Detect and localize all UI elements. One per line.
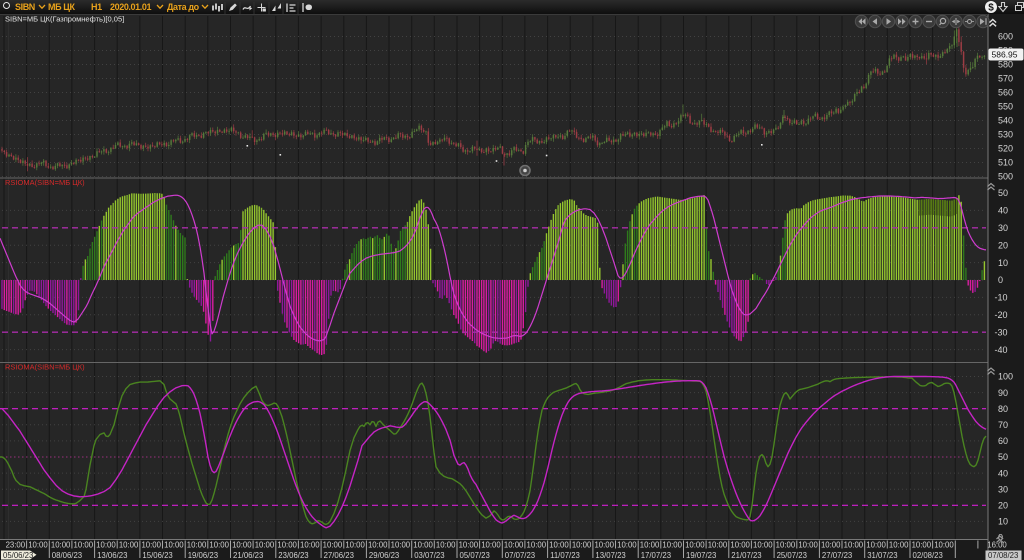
svg-text:10:00: 10:00 xyxy=(594,541,614,550)
svg-text:10:00: 10:00 xyxy=(323,541,343,550)
svg-text:10:00: 10:00 xyxy=(934,541,954,550)
svg-text:03/07/23: 03/07/23 xyxy=(414,551,444,560)
svg-text:10:00: 10:00 xyxy=(798,541,818,550)
svg-text:10:00: 10:00 xyxy=(527,541,547,550)
svg-text:10:00: 10:00 xyxy=(413,541,433,550)
svg-text:10:00: 10:00 xyxy=(141,541,161,550)
svg-text:15/06/23: 15/06/23 xyxy=(142,551,172,560)
svg-text:10:00: 10:00 xyxy=(640,541,660,550)
svg-text:600: 600 xyxy=(998,32,1013,42)
svg-text:-10: -10 xyxy=(995,293,1008,303)
svg-text:21/06/23: 21/06/23 xyxy=(233,551,263,560)
svg-text:0: 0 xyxy=(998,275,1003,285)
svg-text:21/07/23: 21/07/23 xyxy=(731,551,761,560)
svg-text:29/06/23: 29/06/23 xyxy=(369,551,399,560)
svg-text:07/07/23: 07/07/23 xyxy=(505,551,535,560)
svg-text:10:00: 10:00 xyxy=(436,541,456,550)
svg-text:25/07/23: 25/07/23 xyxy=(777,551,807,560)
svg-text:30: 30 xyxy=(998,223,1008,233)
svg-text:90: 90 xyxy=(998,388,1008,398)
svg-text:586.95: 586.95 xyxy=(992,50,1018,60)
svg-text:07/08/23: 07/08/23 xyxy=(988,551,1018,560)
svg-text:10:00: 10:00 xyxy=(708,541,728,550)
svg-text:50: 50 xyxy=(998,452,1008,462)
svg-text:10:00: 10:00 xyxy=(549,541,569,550)
svg-text:23/06/23: 23/06/23 xyxy=(278,551,308,560)
svg-text:10:00: 10:00 xyxy=(617,541,637,550)
svg-text:520: 520 xyxy=(998,144,1013,154)
svg-text:20: 20 xyxy=(998,501,1008,511)
svg-text:10:00: 10:00 xyxy=(164,541,184,550)
svg-text:540: 540 xyxy=(998,116,1013,126)
svg-text:10:00: 10:00 xyxy=(119,541,139,550)
svg-text:10:00: 10:00 xyxy=(459,541,479,550)
svg-text:50: 50 xyxy=(998,188,1008,198)
svg-text:560: 560 xyxy=(998,88,1013,98)
svg-text:-40: -40 xyxy=(995,345,1008,355)
svg-text:10:00: 10:00 xyxy=(96,541,116,550)
svg-text:23:00: 23:00 xyxy=(6,541,26,550)
svg-text:580: 580 xyxy=(998,60,1013,70)
svg-text:70: 70 xyxy=(998,420,1008,430)
svg-text:10:00: 10:00 xyxy=(685,541,705,550)
svg-text:05/07/23: 05/07/23 xyxy=(460,551,490,560)
svg-text:10:00: 10:00 xyxy=(912,541,932,550)
svg-text:19/06/23: 19/06/23 xyxy=(188,551,218,560)
svg-text:10:00: 10:00 xyxy=(74,541,94,550)
svg-text:10:00: 10:00 xyxy=(255,541,275,550)
svg-text:10:00: 10:00 xyxy=(481,541,501,550)
svg-text:10:00: 10:00 xyxy=(572,541,592,550)
svg-text:10:00: 10:00 xyxy=(28,541,48,550)
svg-text:60: 60 xyxy=(998,436,1008,446)
svg-text:08/06/23: 08/06/23 xyxy=(52,551,82,560)
svg-text:-20: -20 xyxy=(995,310,1008,320)
svg-text:570: 570 xyxy=(998,74,1013,84)
svg-text:RSIOMA(SIBN=МБ ЦК): RSIOMA(SIBN=МБ ЦК) xyxy=(5,178,85,187)
svg-text:10:00: 10:00 xyxy=(187,541,207,550)
svg-text:10:00: 10:00 xyxy=(753,541,773,550)
svg-text:27/07/23: 27/07/23 xyxy=(822,551,852,560)
svg-text:10:00: 10:00 xyxy=(368,541,388,550)
svg-text:500: 500 xyxy=(998,172,1013,182)
svg-text:40: 40 xyxy=(998,468,1008,478)
svg-text:10:00: 10:00 xyxy=(51,541,71,550)
svg-text:10:00: 10:00 xyxy=(662,541,682,550)
svg-text:10:00: 10:00 xyxy=(300,541,320,550)
svg-text:10: 10 xyxy=(998,517,1008,527)
svg-text:530: 530 xyxy=(998,130,1013,140)
svg-text:11/07/23: 11/07/23 xyxy=(550,551,580,560)
svg-text:550: 550 xyxy=(998,102,1013,112)
svg-text:RSIOMA(SIBN=МБ ЦК): RSIOMA(SIBN=МБ ЦК) xyxy=(5,363,85,372)
svg-text:31/07/23: 31/07/23 xyxy=(867,551,897,560)
svg-text:100: 100 xyxy=(998,372,1013,382)
svg-text:SIBN=МБ ЦК(Газпромнефть)[0,05]: SIBN=МБ ЦК(Газпромнефть)[0,05] xyxy=(5,15,124,24)
svg-text:17/07/23: 17/07/23 xyxy=(641,551,671,560)
svg-text:02/08/23: 02/08/23 xyxy=(913,551,943,560)
svg-text:10: 10 xyxy=(998,258,1008,268)
svg-text:13/06/23: 13/06/23 xyxy=(97,551,127,560)
svg-text:10:00: 10:00 xyxy=(504,541,524,550)
svg-text:10:00: 10:00 xyxy=(277,541,297,550)
svg-text:05/06/23: 05/06/23 xyxy=(3,551,33,560)
svg-text:10:00: 10:00 xyxy=(232,541,252,550)
svg-text:10:00: 10:00 xyxy=(345,541,365,550)
svg-text:10:00: 10:00 xyxy=(889,541,909,550)
svg-text:10:00: 10:00 xyxy=(776,541,796,550)
svg-text:10:00: 10:00 xyxy=(821,541,841,550)
svg-text:510: 510 xyxy=(998,158,1013,168)
svg-text:10:00: 10:00 xyxy=(209,541,229,550)
svg-text:-30: -30 xyxy=(995,327,1008,337)
svg-text:10:00: 10:00 xyxy=(866,541,886,550)
svg-text:13/07/23: 13/07/23 xyxy=(595,551,625,560)
svg-text:20: 20 xyxy=(998,240,1008,250)
svg-text:80: 80 xyxy=(998,404,1008,414)
svg-text:10:00: 10:00 xyxy=(730,541,750,550)
svg-text:40: 40 xyxy=(998,206,1008,216)
svg-text:10:00: 10:00 xyxy=(844,541,864,550)
svg-text:30: 30 xyxy=(998,484,1008,494)
svg-text:19/07/23: 19/07/23 xyxy=(686,551,716,560)
svg-text:10:00: 10:00 xyxy=(391,541,411,550)
svg-text:$: $ xyxy=(988,3,994,14)
svg-text:27/06/23: 27/06/23 xyxy=(324,551,354,560)
